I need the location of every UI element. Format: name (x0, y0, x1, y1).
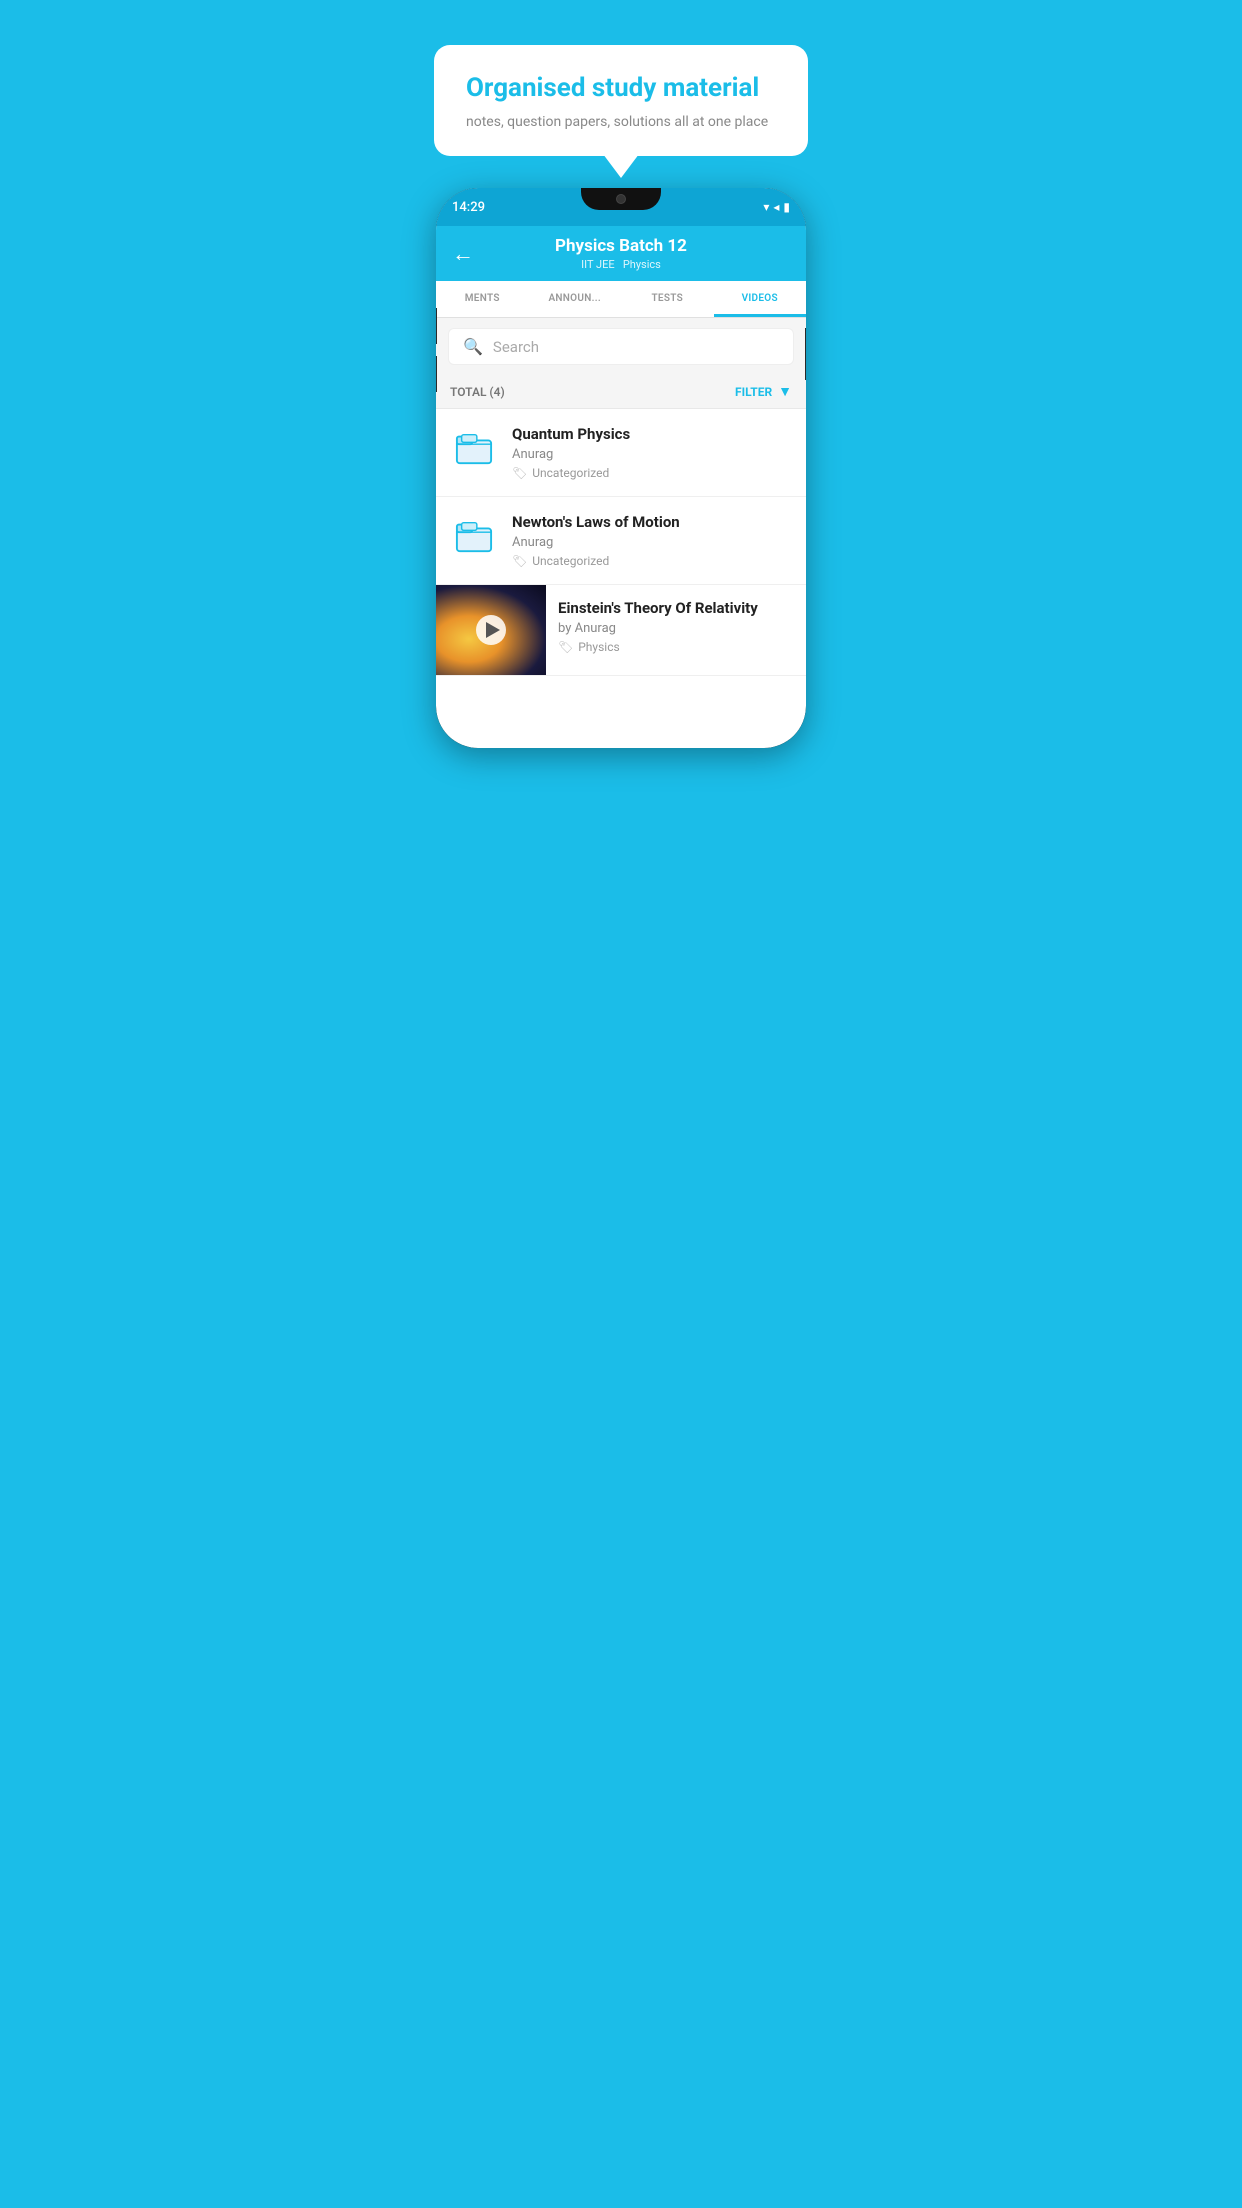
camera-icon (616, 194, 626, 204)
wifi-icon: ▾ (763, 200, 769, 214)
item-title: Quantum Physics (512, 425, 792, 443)
header-subtitle: IIT JEE Physics (486, 258, 756, 271)
item-title: Newton's Laws of Motion (512, 513, 792, 531)
item-tag: 🏷 Uncategorized (512, 554, 792, 568)
bubble-subtitle: notes, question papers, solutions all at… (466, 114, 776, 130)
tag-icon: 🏷 (512, 466, 527, 480)
search-placeholder: Search (493, 338, 539, 356)
item-info: Newton's Laws of Motion Anurag 🏷 Uncateg… (512, 513, 792, 568)
volume-down-button (436, 356, 437, 392)
total-label: TOTAL (4) (450, 385, 505, 399)
item-info: Einstein's Theory Of Relativity by Anura… (546, 585, 806, 668)
tag-label: Uncategorized (532, 466, 609, 480)
back-button[interactable]: ← (452, 241, 474, 267)
tab-tests[interactable]: TESTS (621, 281, 714, 317)
status-time: 14:29 (452, 200, 485, 215)
item-tag: 🏷 Physics (558, 640, 794, 654)
item-author: by Anurag (558, 621, 794, 636)
item-author: Anurag (512, 535, 792, 550)
item-info: Quantum Physics Anurag 🏷 Uncategorized (512, 425, 792, 480)
content-list: Quantum Physics Anurag 🏷 Uncategorized (436, 409, 806, 676)
bubble-title: Organised study material (466, 73, 776, 104)
list-item[interactable]: Quantum Physics Anurag 🏷 Uncategorized (436, 409, 806, 497)
power-button (805, 328, 806, 380)
header-subtitle-physics: Physics (623, 258, 661, 271)
item-author: Anurag (512, 447, 792, 462)
play-button[interactable] (476, 615, 506, 645)
tab-announcements[interactable]: ANNOUN... (529, 281, 622, 317)
item-title: Einstein's Theory Of Relativity (558, 599, 794, 617)
item-tag: 🏷 Uncategorized (512, 466, 792, 480)
filter-button[interactable]: FILTER ▼ (735, 383, 792, 400)
battery-icon: ▮ (783, 200, 790, 214)
header-center: Physics Batch 12 IIT JEE Physics (486, 236, 756, 271)
tag-label: Physics (578, 640, 619, 654)
folder-icon-wrap (450, 513, 498, 555)
signal-icon: ◂ (773, 200, 779, 214)
notch (581, 188, 661, 210)
folder-icon (455, 517, 493, 555)
speech-bubble: Organised study material notes, question… (434, 45, 808, 156)
play-icon (486, 622, 500, 638)
filter-label: FILTER (735, 385, 772, 399)
header-subtitle-iitjee: IIT JEE (581, 258, 614, 271)
filter-icon: ▼ (778, 383, 792, 400)
thumbnail-bg (436, 585, 546, 675)
search-bar-wrapper: 🔍 Search (436, 318, 806, 375)
tag-icon: 🏷 (512, 554, 527, 568)
tab-videos[interactable]: VIDEOS (714, 281, 807, 317)
list-item[interactable]: Einstein's Theory Of Relativity by Anura… (436, 585, 806, 676)
speech-bubble-wrapper: Organised study material notes, question… (434, 45, 808, 156)
folder-icon (455, 429, 493, 467)
search-icon: 🔍 (463, 337, 483, 356)
thumbnail-wrap (436, 585, 546, 675)
phone-inner: 14:29 ▾ ◂ ▮ ← Physics Batch 12 IIT JEE P… (436, 188, 806, 748)
tabs-bar: MENTS ANNOUN... TESTS VIDEOS (436, 281, 806, 318)
list-item[interactable]: Newton's Laws of Motion Anurag 🏷 Uncateg… (436, 497, 806, 585)
app-header: ← Physics Batch 12 IIT JEE Physics (436, 226, 806, 281)
tab-ments[interactable]: MENTS (436, 281, 529, 317)
status-icons: ▾ ◂ ▮ (763, 200, 790, 214)
tag-icon: 🏷 (558, 640, 573, 654)
header-title: Physics Batch 12 (486, 236, 756, 256)
volume-up-button (436, 308, 437, 344)
search-bar[interactable]: 🔍 Search (448, 328, 794, 365)
status-bar: 14:29 ▾ ◂ ▮ (436, 188, 806, 226)
tag-label: Uncategorized (532, 554, 609, 568)
filter-row: TOTAL (4) FILTER ▼ (436, 375, 806, 409)
phone-frame: 14:29 ▾ ◂ ▮ ← Physics Batch 12 IIT JEE P… (436, 188, 806, 748)
folder-icon-wrap (450, 425, 498, 467)
